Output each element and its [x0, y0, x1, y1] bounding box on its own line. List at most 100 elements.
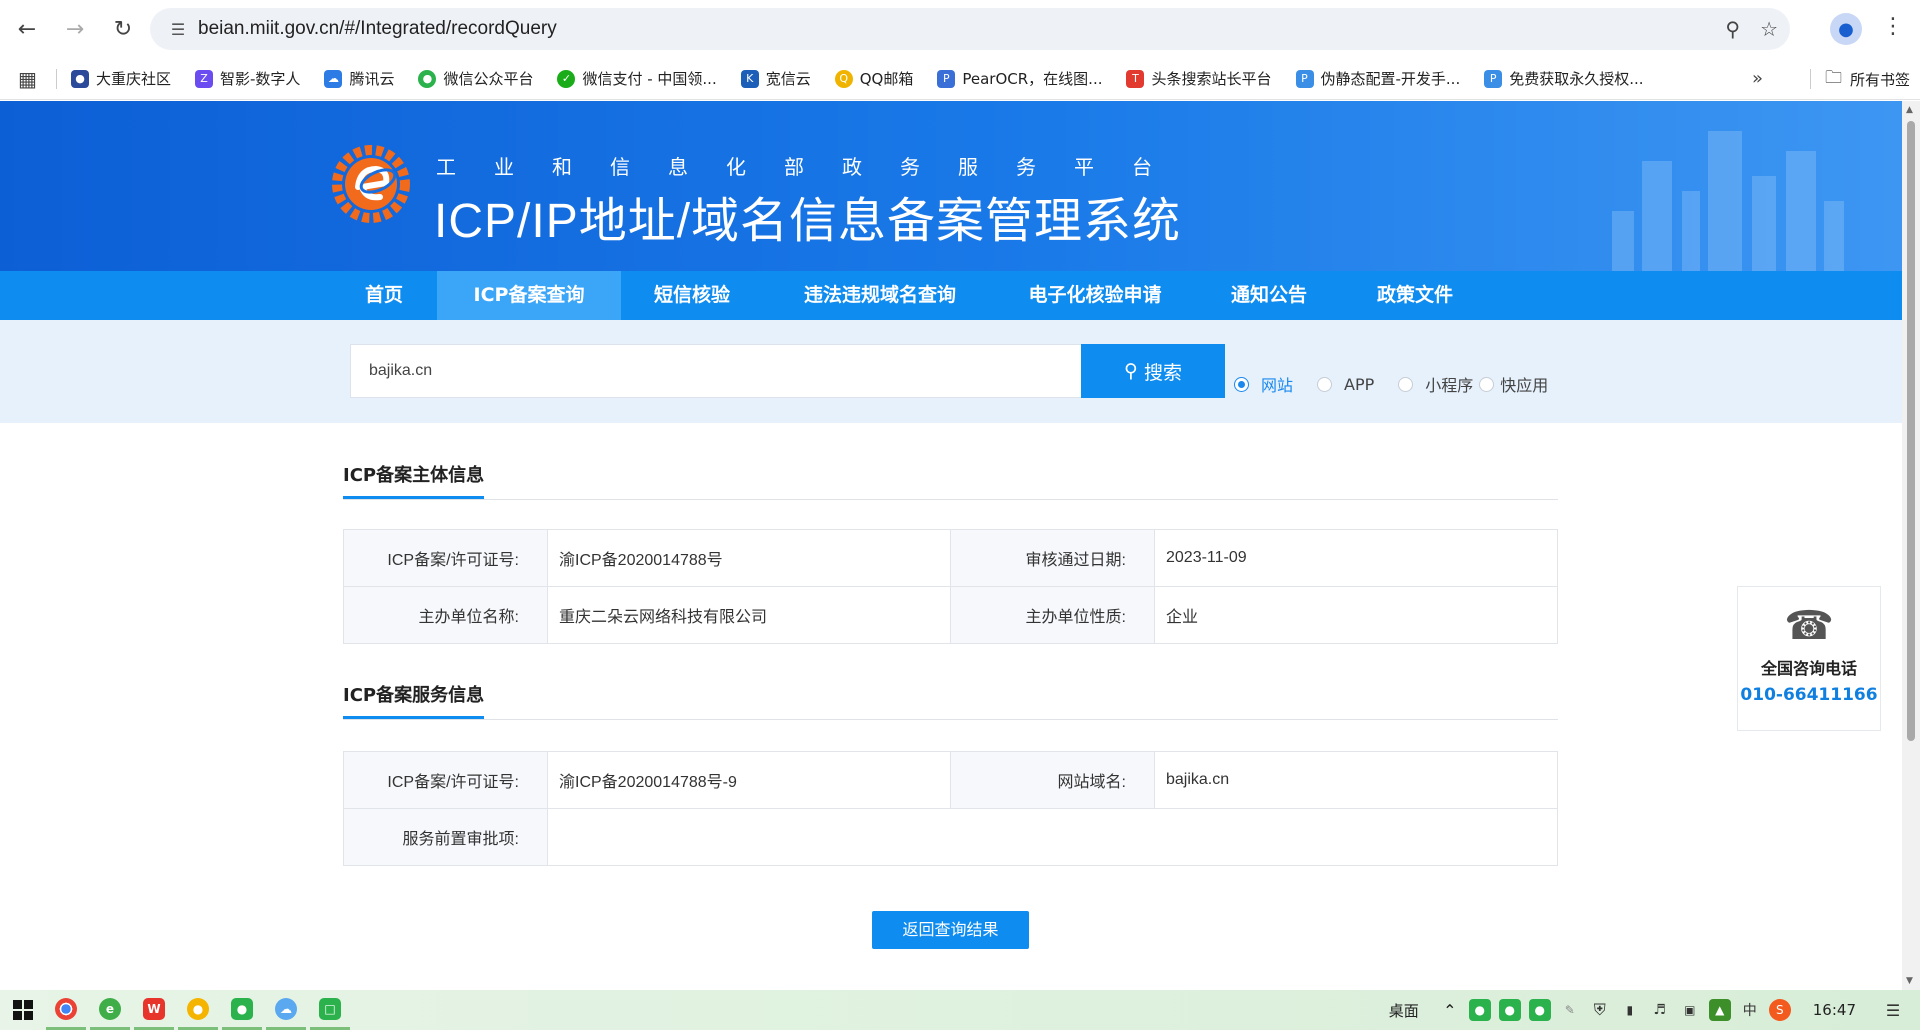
- back-arrow-icon[interactable]: ←: [6, 8, 48, 50]
- scrollbar-thumb[interactable]: [1907, 121, 1915, 741]
- windows-start-icon[interactable]: [0, 990, 46, 1030]
- chevron-up-icon[interactable]: ⌃: [1439, 999, 1461, 1021]
- bookmark-item[interactable]: P PearOCR，在线图...: [937, 68, 1102, 89]
- bookmark-item[interactable]: T 头条搜索站长平台: [1126, 68, 1272, 89]
- bookmark-item[interactable]: ● 微信公众平台: [418, 68, 533, 89]
- radio-mini-program[interactable]: 小程序: [1398, 372, 1473, 396]
- search-input[interactable]: bajika.cn: [350, 344, 1082, 398]
- bookmark-item[interactable]: K 宽信云: [740, 68, 811, 89]
- service-license-no-label: ICP备案/许可证号:: [343, 751, 548, 809]
- consult-hotline-card[interactable]: ☎ 全国咨询电话 010-66411166: [1737, 586, 1881, 731]
- volume-icon[interactable]: ♬: [1649, 999, 1671, 1021]
- taskbar-chrome[interactable]: [46, 990, 86, 1030]
- os-taskbar: e W ● ● ☁ □ 桌面 ⌃ ● ● ● ✎ ⛨ ▮ ♬ ▣ ▲ 中 S 1…: [0, 990, 1920, 1030]
- zoom-icon[interactable]: ⚲: [1725, 17, 1740, 41]
- pen-icon[interactable]: ✎: [1559, 999, 1581, 1021]
- license-no-label: ICP备案/许可证号:: [343, 529, 548, 587]
- browser-e-icon: e: [99, 997, 121, 1020]
- sogou-icon[interactable]: S: [1768, 999, 1791, 1021]
- browser-toolbar: ← → ↻ ☰ beian.miit.gov.cn/#/Integrated/r…: [0, 0, 1920, 58]
- nav-notices[interactable]: 通知公告: [1214, 271, 1324, 320]
- page-viewport: 工业和信息化部政务服务平台 ICP/IP地址/域名信息备案管理系统 首页 ICP…: [0, 101, 1902, 990]
- taskbar-app-yellow[interactable]: ●: [178, 990, 218, 1030]
- url-text[interactable]: beian.miit.gov.cn/#/Integrated/recordQue…: [198, 18, 557, 40]
- reload-icon[interactable]: ↻: [102, 8, 144, 50]
- more-bookmarks-icon[interactable]: »: [1752, 68, 1763, 89]
- nav-home[interactable]: 首页: [340, 271, 428, 320]
- approval-date-value: 2023-11-09: [1154, 529, 1558, 587]
- all-bookmarks-button[interactable]: 🗀 所有书签: [1810, 58, 1910, 100]
- wechat-tray-icon[interactable]: ●: [1528, 999, 1551, 1021]
- bookmark-item[interactable]: ● 大重庆社区: [71, 68, 171, 89]
- wechat-tray-icon[interactable]: ●: [1468, 999, 1491, 1021]
- pre-approval-label: 服务前置审批项:: [343, 808, 548, 866]
- wechat-tray-icon[interactable]: ●: [1498, 999, 1521, 1021]
- address-bar[interactable]: ☰ beian.miit.gov.cn/#/Integrated/recordQ…: [150, 8, 1790, 50]
- monitor-icon: □: [319, 997, 341, 1020]
- page-scrollbar[interactable]: ▲ ▼: [1902, 101, 1920, 990]
- radio-website[interactable]: 网站: [1234, 372, 1293, 396]
- nav-policy-docs[interactable]: 政策文件: [1360, 271, 1470, 320]
- nav-e-verify-apply[interactable]: 电子化核验申请: [1010, 271, 1180, 320]
- table-row: ICP备案/许可证号: 渝ICP备2020014788号 审核通过日期: 202…: [343, 529, 1558, 587]
- search-button[interactable]: ⚲ 搜索: [1081, 344, 1225, 398]
- notification-icon[interactable]: ☰: [1882, 999, 1904, 1021]
- bookmark-item[interactable]: Z 智影-数字人: [195, 68, 300, 89]
- bookmark-item[interactable]: ☁ 腾讯云: [324, 68, 394, 89]
- consult-label: 全国咨询电话: [1760, 659, 1857, 678]
- wps-icon: W: [143, 997, 165, 1020]
- bookmark-item[interactable]: Q QQ邮箱: [834, 68, 913, 89]
- nav-illegal-domain-query[interactable]: 违法违规域名查询: [780, 271, 980, 320]
- radio-app[interactable]: APP: [1317, 375, 1374, 394]
- telephone-icon: ☎: [1784, 603, 1834, 649]
- clock[interactable]: 16:47: [1813, 1001, 1856, 1019]
- bookmark-item[interactable]: P 免费获取永久授权...: [1484, 68, 1644, 89]
- taskbar-wechat[interactable]: ●: [222, 990, 262, 1030]
- profile-avatar-icon[interactable]: ●: [1830, 13, 1862, 45]
- bookmark-favicon-icon: ✓: [557, 69, 576, 88]
- radio-dot: [1317, 376, 1333, 392]
- system-tray: 桌面 ⌃ ● ● ● ✎ ⛨ ▮ ♬ ▣ ▲ 中 S 16:47 ☰: [1389, 990, 1920, 1030]
- ime-label[interactable]: 中: [1739, 999, 1761, 1021]
- battery-icon[interactable]: ▮: [1619, 999, 1641, 1021]
- radio-dot: [1398, 376, 1414, 392]
- scroll-up-icon[interactable]: ▲: [1906, 105, 1913, 115]
- site-header: 工业和信息化部政务服务平台 ICP/IP地址/域名信息备案管理系统: [0, 101, 1902, 271]
- bookmark-favicon-icon: ●: [71, 69, 89, 88]
- taskbar-edge[interactable]: e: [90, 990, 130, 1030]
- forward-arrow-icon[interactable]: →: [54, 8, 96, 50]
- desktop-label[interactable]: 桌面: [1389, 1000, 1419, 1021]
- network-icon[interactable]: ▣: [1679, 999, 1701, 1021]
- chrome-icon: [55, 997, 77, 1020]
- website-domain-label: 网站域名:: [950, 751, 1155, 809]
- bookmark-item[interactable]: ✓ 微信支付 - 中国领...: [557, 68, 717, 89]
- nav-sms-verify[interactable]: 短信核验: [630, 271, 754, 320]
- taskbar-remote-desktop[interactable]: □: [310, 990, 350, 1030]
- shield-icon[interactable]: ⛨: [1589, 999, 1611, 1021]
- subject-info-table: ICP备案/许可证号: 渝ICP备2020014788号 审核通过日期: 202…: [343, 529, 1558, 644]
- header-decoration: [1602, 121, 1862, 271]
- cloud-icon: ☁: [275, 997, 297, 1020]
- bookmark-favicon-icon: Z: [195, 69, 214, 88]
- taskbar-wps[interactable]: W: [134, 990, 174, 1030]
- nvidia-icon[interactable]: ▲: [1708, 999, 1731, 1021]
- subject-section-title: ICP备案主体信息: [343, 461, 485, 499]
- scroll-down-icon[interactable]: ▼: [1906, 976, 1913, 986]
- bookmarks-bar: ▦ ● 大重庆社区 Z 智影-数字人 ☁ 腾讯云 ● 微信公众平台 ✓ 微信支付 - 中国…: [0, 58, 1920, 100]
- sponsor-type-value: 企业: [1154, 586, 1558, 644]
- site-info-icon[interactable]: ☰: [158, 20, 198, 39]
- bookmarks-divider: [56, 68, 57, 89]
- nav-icp-query[interactable]: ICP备案查询: [437, 271, 621, 320]
- consult-phone: 010-66411166: [1740, 685, 1878, 705]
- taskbar-app-cloud[interactable]: ☁: [266, 990, 306, 1030]
- bookmark-star-icon[interactable]: ☆: [1760, 17, 1778, 41]
- menu-kebab-icon[interactable]: ⋮: [1882, 14, 1904, 39]
- back-to-results-button[interactable]: 返回查询结果: [872, 911, 1029, 949]
- radio-dot: [1234, 376, 1249, 392]
- apps-grid-icon[interactable]: ▦: [18, 67, 48, 91]
- search-band: bajika.cn ⚲ 搜索 网站 APP 小程序 快应用: [0, 320, 1902, 423]
- bookmark-item[interactable]: P 伪静态配置-开发手...: [1295, 68, 1460, 89]
- bookmark-favicon-icon: ●: [418, 69, 437, 88]
- radio-quick-app[interactable]: 快应用: [1479, 372, 1548, 396]
- header-subtitle: 工业和信息化部政务服务平台: [436, 155, 1190, 179]
